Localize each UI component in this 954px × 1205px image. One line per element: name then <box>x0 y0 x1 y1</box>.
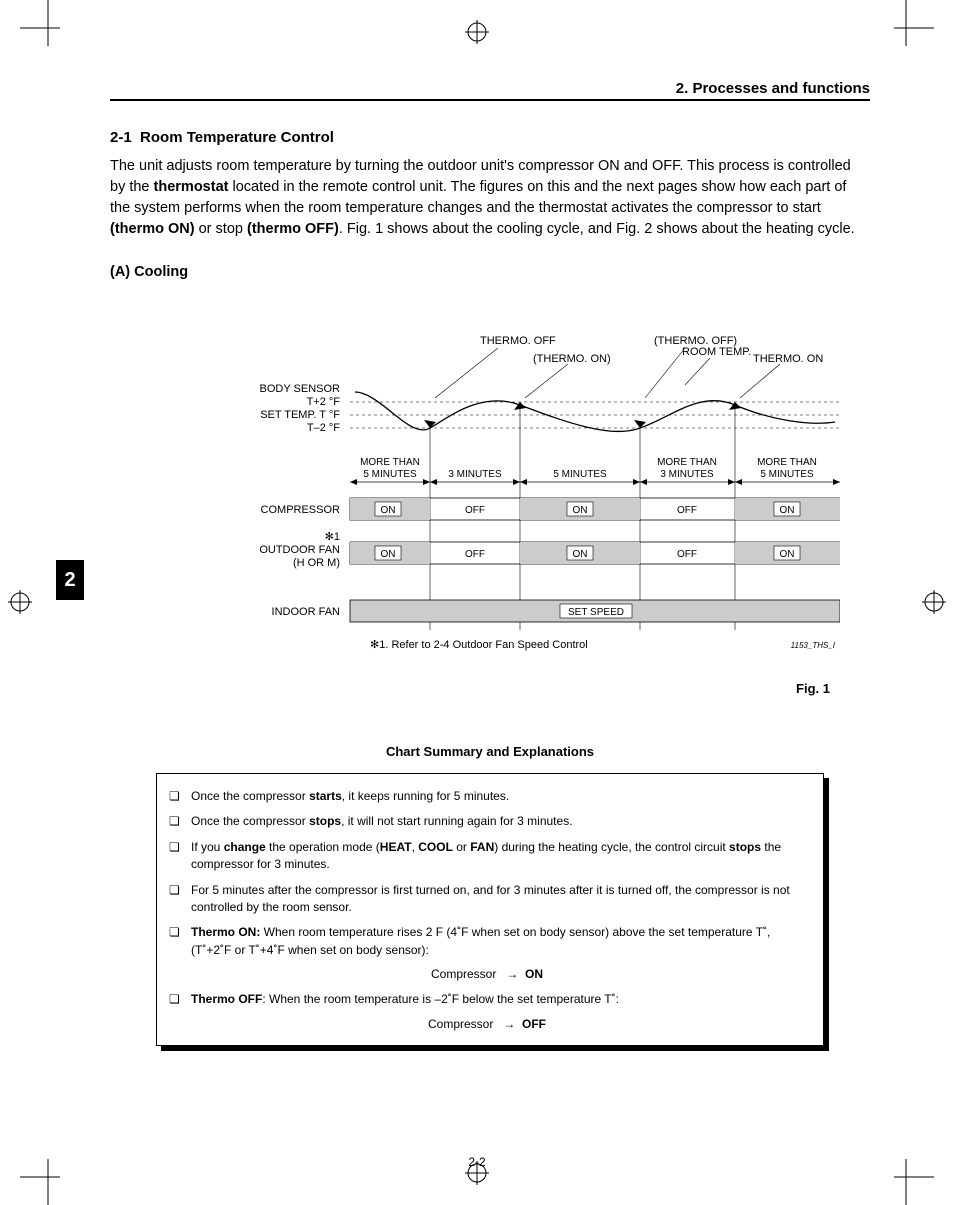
compressor-off-line: Compressor → OFF <box>169 1017 805 1031</box>
svg-text:ON: ON <box>381 505 396 516</box>
svg-text:ON: ON <box>573 549 588 560</box>
running-header: 2. Processes and functions <box>110 80 870 101</box>
svg-text:OUTDOOR FAN: OUTDOOR FAN <box>259 544 340 556</box>
summary-item: ❏ For 5 minutes after the compressor is … <box>169 882 805 917</box>
svg-text:OFF: OFF <box>677 505 697 516</box>
summary-text: Thermo OFF: When the room temperature is… <box>191 991 805 1008</box>
svg-text:MORE THAN: MORE THAN <box>757 457 817 468</box>
summary-item: ❏ Once the compressor stops, it will not… <box>169 813 805 830</box>
svg-text:5 MINUTES: 5 MINUTES <box>363 469 417 480</box>
bullet-icon: ❏ <box>169 882 191 917</box>
svg-text:1153_THS_I: 1153_THS_I <box>791 641 836 650</box>
svg-text:INDOOR FAN: INDOOR FAN <box>272 606 341 618</box>
chapter-tab: 2 <box>56 560 84 600</box>
section-heading: 2-1 Room Temperature Control <box>110 129 870 146</box>
summary-text: If you change the operation mode (HEAT, … <box>191 839 805 874</box>
intro-paragraph: The unit adjusts room temperature by tur… <box>110 156 870 240</box>
bullet-icon: ❏ <box>169 813 191 830</box>
page-number: 2-2 <box>0 1155 954 1169</box>
section-title-text: Room Temperature Control <box>140 129 334 146</box>
timing-diagram-svg: THERMO. OFF (THERMO. OFF) (THERMO. ON) R… <box>180 330 840 670</box>
svg-text:THERMO. ON: THERMO. ON <box>753 353 823 365</box>
svg-text:5 MINUTES: 5 MINUTES <box>760 469 814 480</box>
svg-text:OFF: OFF <box>465 549 485 560</box>
svg-text:(THERMO. ON): (THERMO. ON) <box>533 353 611 365</box>
svg-text:ON: ON <box>381 549 396 560</box>
summary-heading: Chart Summary and Explanations <box>110 744 870 759</box>
svg-text:(H OR M): (H OR M) <box>293 557 340 569</box>
svg-text:OFF: OFF <box>465 505 485 516</box>
registration-mark-top <box>465 20 489 44</box>
svg-text:T+2 °F: T+2 °F <box>307 396 341 408</box>
crop-mark-bl <box>20 1145 60 1205</box>
svg-text:3 MINUTES: 3 MINUTES <box>660 469 714 480</box>
svg-text:SET SPEED: SET SPEED <box>568 607 624 618</box>
crop-mark-tl <box>20 0 60 60</box>
bullet-icon: ❏ <box>169 839 191 874</box>
bullet-icon: ❏ <box>169 788 191 805</box>
svg-text:✻1. Refer to 2-4 Outdoor F: ✻1. Refer to 2-4 Outdoor Fan Speed Contr… <box>370 639 588 651</box>
bullet-icon: ❏ <box>169 991 191 1008</box>
svg-text:BODY SENSOR: BODY SENSOR <box>260 383 341 395</box>
compressor-on-line: Compressor → ON <box>169 967 805 981</box>
svg-text:3 MINUTES: 3 MINUTES <box>448 469 502 480</box>
summary-text: Once the compressor starts, it keeps run… <box>191 788 805 805</box>
svg-text:ROOM TEMP.: ROOM TEMP. <box>682 346 751 358</box>
svg-text:T–2 °F: T–2 °F <box>307 422 340 434</box>
summary-text: For 5 minutes after the compressor is fi… <box>191 882 805 917</box>
svg-text:OFF: OFF <box>677 549 697 560</box>
crop-mark-br <box>894 1145 934 1205</box>
summary-text: Once the compressor stops, it will not s… <box>191 813 805 830</box>
crop-mark-tr <box>894 0 934 60</box>
summary-item: ❏ Thermo ON: When room temperature rises… <box>169 924 805 959</box>
registration-mark-left <box>8 590 32 614</box>
bullet-icon: ❏ <box>169 924 191 959</box>
subsection-a-heading: (A) Cooling <box>110 264 870 280</box>
svg-text:5 MINUTES: 5 MINUTES <box>553 469 607 480</box>
summary-item: ❏ If you change the operation mode (HEAT… <box>169 839 805 874</box>
figure-caption: Fig. 1 <box>180 681 840 696</box>
svg-text:MORE THAN: MORE THAN <box>360 457 420 468</box>
figure-1: THERMO. OFF (THERMO. OFF) (THERMO. ON) R… <box>180 330 840 696</box>
svg-text:ON: ON <box>780 549 795 560</box>
summary-item: ❏ Once the compressor starts, it keeps r… <box>169 788 805 805</box>
svg-text:THERMO. OFF: THERMO. OFF <box>480 335 556 347</box>
section-number: 2-1 <box>110 129 132 146</box>
svg-text:SET TEMP. T °F: SET TEMP. T °F <box>260 409 340 421</box>
svg-text:ON: ON <box>573 505 588 516</box>
summary-box: ❏ Once the compressor starts, it keeps r… <box>156 773 824 1046</box>
svg-text:✻1: ✻1 <box>325 531 340 543</box>
svg-text:COMPRESSOR: COMPRESSOR <box>261 504 341 516</box>
page-content: 2. Processes and functions 2-1 Room Temp… <box>110 80 870 1046</box>
svg-text:ON: ON <box>780 505 795 516</box>
registration-mark-right <box>922 590 946 614</box>
summary-item: ❏ Thermo OFF: When the room temperature … <box>169 991 805 1008</box>
svg-text:MORE THAN: MORE THAN <box>657 457 717 468</box>
summary-text: Thermo ON: When room temperature rises 2… <box>191 924 805 959</box>
